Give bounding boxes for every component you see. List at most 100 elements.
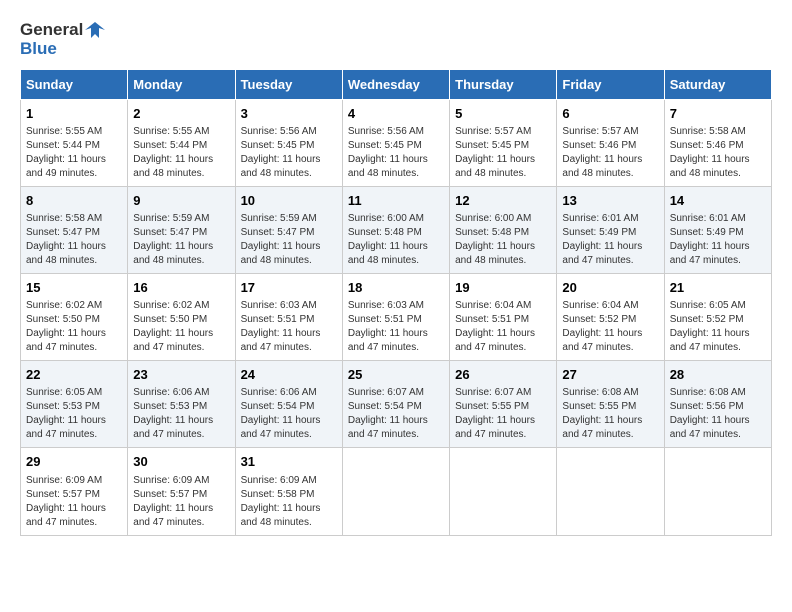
day-cell: 13Sunrise: 6:01 AM Sunset: 5:49 PM Dayli…	[557, 186, 664, 273]
day-number: 25	[348, 366, 444, 384]
day-info: Sunrise: 6:08 AM Sunset: 5:56 PM Dayligh…	[670, 386, 766, 442]
day-cell: 21 Sunrise: 6:05 AM Sunset: 5:52 PM Dayli…	[664, 274, 771, 361]
day-info: Sunrise: 6:05 AM Sunset: 5:52 PM Dayligh…	[670, 299, 766, 355]
day-cell: 2 Sunrise: 5:55 AM Sunset: 5:44 PM Daylig…	[128, 99, 235, 186]
day-info: Sunrise: 5:59 AM Sunset: 5:47 PM Dayligh…	[133, 212, 229, 268]
day-cell: 24Sunrise: 6:06 AM Sunset: 5:54 PM Dayli…	[235, 361, 342, 448]
day-info: Sunrise: 6:07 AM Sunset: 5:55 PM Dayligh…	[455, 386, 551, 442]
day-number: 28	[670, 366, 766, 384]
day-number: 5	[455, 105, 551, 123]
day-number: 16	[133, 279, 229, 297]
week-row-4: 22 Sunrise: 6:05 AM Sunset: 5:53 PM Dayli…	[21, 361, 772, 448]
week-row-2: 8 Sunrise: 5:58 AM Sunset: 5:47 PM Daylig…	[21, 186, 772, 273]
day-cell: 22 Sunrise: 6:05 AM Sunset: 5:53 PM Dayli…	[21, 361, 128, 448]
day-cell: 8 Sunrise: 5:58 AM Sunset: 5:47 PM Daylig…	[21, 186, 128, 273]
week-row-3: 15 Sunrise: 6:02 AM Sunset: 5:50 PM Dayli…	[21, 274, 772, 361]
day-info: Sunrise: 6:08 AM Sunset: 5:55 PM Dayligh…	[562, 386, 658, 442]
day-cell: 6 Sunrise: 5:57 AM Sunset: 5:46 PM Daylig…	[557, 99, 664, 186]
day-cell: 16 Sunrise: 6:02 AM Sunset: 5:50 PM Dayli…	[128, 274, 235, 361]
day-number: 22	[26, 366, 122, 384]
page-header: General Blue	[20, 20, 772, 59]
day-info: Sunrise: 6:03 AM Sunset: 5:51 PM Dayligh…	[241, 299, 337, 355]
day-cell: 25 Sunrise: 6:07 AM Sunset: 5:54 PM Dayli…	[342, 361, 449, 448]
day-cell: 26 Sunrise: 6:07 AM Sunset: 5:55 PM Dayli…	[450, 361, 557, 448]
day-info: Sunrise: 5:58 AM Sunset: 5:46 PM Dayligh…	[670, 125, 766, 181]
day-info: Sunrise: 6:04 AM Sunset: 5:52 PM Dayligh…	[562, 299, 658, 355]
day-number: 21	[670, 279, 766, 297]
col-header-friday: Friday	[557, 69, 664, 99]
day-cell: 5 Sunrise: 5:57 AM Sunset: 5:45 PM Daylig…	[450, 99, 557, 186]
day-info: Sunrise: 5:55 AM Sunset: 5:44 PM Dayligh…	[133, 125, 229, 181]
day-number: 29	[26, 453, 122, 471]
col-header-sunday: Sunday	[21, 69, 128, 99]
day-cell: 12Sunrise: 6:00 AM Sunset: 5:48 PM Dayli…	[450, 186, 557, 273]
col-header-saturday: Saturday	[664, 69, 771, 99]
day-cell: 14 Sunrise: 6:01 AM Sunset: 5:49 PM Dayli…	[664, 186, 771, 273]
day-number: 3	[241, 105, 337, 123]
day-info: Sunrise: 6:09 AM Sunset: 5:57 PM Dayligh…	[26, 474, 122, 530]
logo-general: General	[20, 21, 83, 40]
day-cell: 10Sunrise: 5:59 AM Sunset: 5:47 PM Dayli…	[235, 186, 342, 273]
day-info: Sunrise: 6:00 AM Sunset: 5:48 PM Dayligh…	[455, 212, 551, 268]
day-cell: 28 Sunrise: 6:08 AM Sunset: 5:56 PM Dayli…	[664, 361, 771, 448]
day-cell: 30 Sunrise: 6:09 AM Sunset: 5:57 PM Dayli…	[128, 448, 235, 535]
day-info: Sunrise: 6:05 AM Sunset: 5:53 PM Dayligh…	[26, 386, 122, 442]
day-info: Sunrise: 6:07 AM Sunset: 5:54 PM Dayligh…	[348, 386, 444, 442]
day-info: Sunrise: 6:02 AM Sunset: 5:50 PM Dayligh…	[26, 299, 122, 355]
day-number: 14	[670, 192, 766, 210]
day-info: Sunrise: 5:57 AM Sunset: 5:46 PM Dayligh…	[562, 125, 658, 181]
day-cell: 27 Sunrise: 6:08 AM Sunset: 5:55 PM Dayli…	[557, 361, 664, 448]
day-number: 19	[455, 279, 551, 297]
day-cell: 19Sunrise: 6:04 AM Sunset: 5:51 PM Dayli…	[450, 274, 557, 361]
day-cell	[342, 448, 449, 535]
day-info: Sunrise: 6:09 AM Sunset: 5:57 PM Dayligh…	[133, 474, 229, 530]
day-info: Sunrise: 5:55 AM Sunset: 5:44 PM Dayligh…	[26, 125, 122, 181]
col-header-monday: Monday	[128, 69, 235, 99]
day-number: 27	[562, 366, 658, 384]
day-number: 7	[670, 105, 766, 123]
day-cell: 7 Sunrise: 5:58 AM Sunset: 5:46 PM Daylig…	[664, 99, 771, 186]
day-cell: 20 Sunrise: 6:04 AM Sunset: 5:52 PM Dayli…	[557, 274, 664, 361]
day-info: Sunrise: 6:02 AM Sunset: 5:50 PM Dayligh…	[133, 299, 229, 355]
day-info: Sunrise: 6:06 AM Sunset: 5:53 PM Dayligh…	[133, 386, 229, 442]
day-cell: 31Sunrise: 6:09 AM Sunset: 5:58 PM Dayli…	[235, 448, 342, 535]
day-cell: 11Sunrise: 6:00 AM Sunset: 5:48 PM Dayli…	[342, 186, 449, 273]
day-number: 10	[241, 192, 337, 210]
logo-bird-icon	[85, 20, 105, 40]
day-cell	[664, 448, 771, 535]
day-number: 31	[241, 453, 337, 471]
day-number: 2	[133, 105, 229, 123]
day-number: 6	[562, 105, 658, 123]
week-row-5: 29 Sunrise: 6:09 AM Sunset: 5:57 PM Dayli…	[21, 448, 772, 535]
day-number: 20	[562, 279, 658, 297]
day-cell	[557, 448, 664, 535]
logo-container: General Blue	[20, 20, 105, 59]
day-number: 1	[26, 105, 122, 123]
day-cell	[450, 448, 557, 535]
day-number: 11	[348, 192, 444, 210]
day-info: Sunrise: 5:56 AM Sunset: 5:45 PM Dayligh…	[241, 125, 337, 181]
day-cell: 23 Sunrise: 6:06 AM Sunset: 5:53 PM Dayli…	[128, 361, 235, 448]
day-number: 24	[241, 366, 337, 384]
logo: General Blue	[20, 20, 105, 59]
day-info: Sunrise: 5:56 AM Sunset: 5:45 PM Dayligh…	[348, 125, 444, 181]
day-number: 9	[133, 192, 229, 210]
day-cell: 29 Sunrise: 6:09 AM Sunset: 5:57 PM Dayli…	[21, 448, 128, 535]
day-info: Sunrise: 5:58 AM Sunset: 5:47 PM Dayligh…	[26, 212, 122, 268]
week-row-1: 1 Sunrise: 5:55 AM Sunset: 5:44 PM Daylig…	[21, 99, 772, 186]
day-info: Sunrise: 6:03 AM Sunset: 5:51 PM Dayligh…	[348, 299, 444, 355]
day-info: Sunrise: 5:57 AM Sunset: 5:45 PM Dayligh…	[455, 125, 551, 181]
day-cell: 3 Sunrise: 5:56 AM Sunset: 5:45 PM Daylig…	[235, 99, 342, 186]
col-header-tuesday: Tuesday	[235, 69, 342, 99]
day-number: 8	[26, 192, 122, 210]
day-cell: 1 Sunrise: 5:55 AM Sunset: 5:44 PM Daylig…	[21, 99, 128, 186]
day-number: 26	[455, 366, 551, 384]
day-info: Sunrise: 6:01 AM Sunset: 5:49 PM Dayligh…	[670, 212, 766, 268]
day-number: 23	[133, 366, 229, 384]
day-cell: 15 Sunrise: 6:02 AM Sunset: 5:50 PM Dayli…	[21, 274, 128, 361]
col-header-thursday: Thursday	[450, 69, 557, 99]
column-headers: SundayMondayTuesdayWednesdayThursdayFrid…	[21, 69, 772, 99]
day-number: 30	[133, 453, 229, 471]
day-cell: 17Sunrise: 6:03 AM Sunset: 5:51 PM Dayli…	[235, 274, 342, 361]
day-number: 15	[26, 279, 122, 297]
